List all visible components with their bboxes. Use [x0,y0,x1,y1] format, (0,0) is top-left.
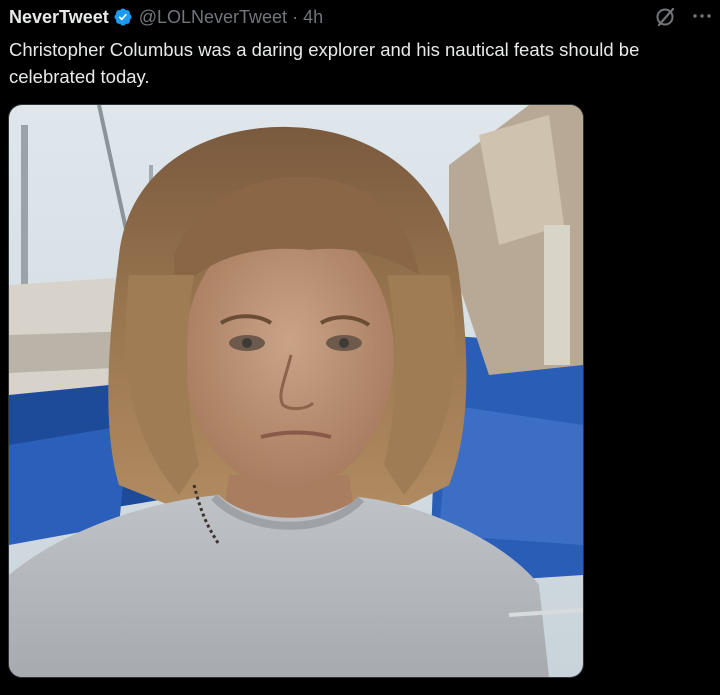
author-name[interactable]: NeverTweet [9,7,109,28]
tweet-photo[interactable] [8,104,584,678]
separator-dot: · [292,6,299,27]
grok-icon[interactable] [654,5,678,29]
timestamp[interactable]: 4h [303,7,323,28]
author-handle[interactable]: @LOLNeverTweet [139,7,287,28]
tweet-header: NeverTweet @LOLNeverTweet · 4h [9,6,323,28]
more-options-icon[interactable] [690,4,714,28]
photo-illustration [9,105,583,677]
verified-badge-icon[interactable] [113,7,133,27]
tweet[interactable]: NeverTweet @LOLNeverTweet · 4h Christoph… [0,0,720,695]
tweet-text: Christopher Columbus was a daring explor… [9,39,640,87]
